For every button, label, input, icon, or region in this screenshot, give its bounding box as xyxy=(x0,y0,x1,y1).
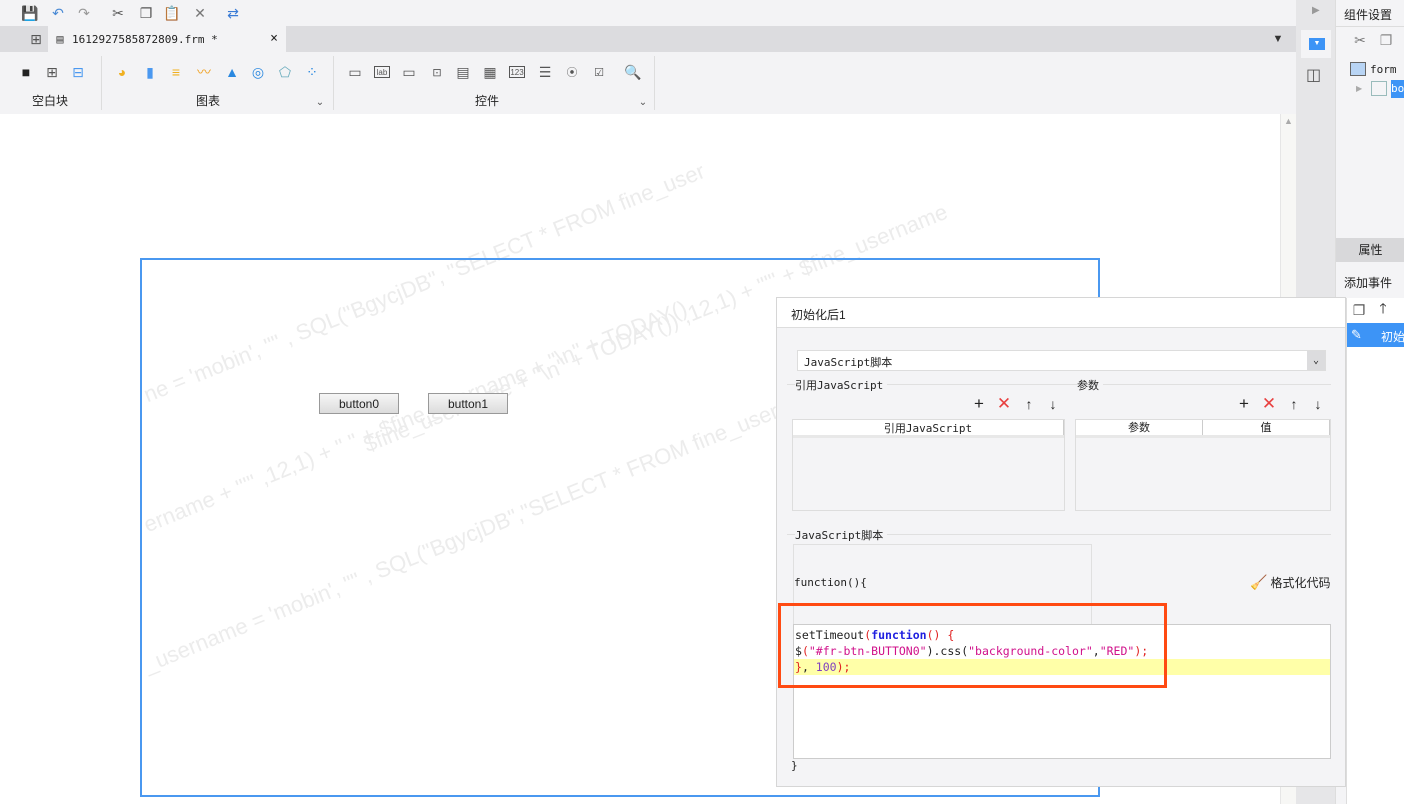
new-grid-icon[interactable]: ⊞ xyxy=(26,29,46,49)
tab-file[interactable]: ▤ 1612927585872809.frm * × xyxy=(48,26,286,52)
highlight-annotation xyxy=(778,603,1167,688)
scroll-up-icon[interactable]: ▲ xyxy=(1284,116,1293,126)
ref-js-table[interactable]: 引用JavaScript xyxy=(792,419,1065,511)
bar-chart-icon[interactable]: ▮ xyxy=(140,62,160,82)
add-icon[interactable]: + xyxy=(969,394,989,414)
copy-icon[interactable]: ❐ xyxy=(1376,30,1396,50)
preview-icon[interactable]: 🔍 xyxy=(623,62,643,82)
script-type-select[interactable]: JavaScript脚本 ⌄ xyxy=(797,350,1326,371)
chevron-down-icon[interactable]: ⌄ xyxy=(633,92,653,112)
script-section-label: JavaScript脚本 xyxy=(795,527,888,543)
tab-properties[interactable]: 属性 xyxy=(1336,238,1404,262)
form-file-icon: ▤ xyxy=(56,32,64,46)
group-label: 空白块 xyxy=(32,94,69,108)
redo-icon[interactable]: ↷ xyxy=(74,3,94,23)
broom-icon: 🧹 xyxy=(1250,574,1268,590)
pie-chart-icon[interactable]: ◕ xyxy=(112,62,132,82)
radio-group-icon[interactable]: ⦿ xyxy=(562,62,582,82)
move-down-icon[interactable]: ↓ xyxy=(1308,394,1328,414)
radar-chart-icon[interactable]: ⬠ xyxy=(275,62,295,82)
event-list: ❐ 🡑 ✎ 初始 xyxy=(1346,298,1404,804)
tree-node-form[interactable]: form xyxy=(1370,63,1397,76)
combobox-widget-icon[interactable]: ⊡ xyxy=(427,62,447,82)
label-widget-icon[interactable]: lab xyxy=(374,66,390,78)
function-header: function(){ xyxy=(794,576,867,589)
area-chart-icon[interactable]: ▲ xyxy=(222,62,242,82)
format-code-label: 格式化代码 xyxy=(1270,576,1331,590)
expand-arrow-icon[interactable]: ▶ xyxy=(1312,5,1320,16)
button-widget-icon[interactable]: ▭ xyxy=(345,62,365,82)
delete-icon[interactable]: ✕ xyxy=(994,394,1014,414)
select-value: JavaScript脚本 xyxy=(804,356,893,369)
blank-block-icon[interactable]: ■ xyxy=(16,62,36,82)
undo-icon[interactable]: ↶ xyxy=(48,3,68,23)
checkbox-group-icon[interactable]: ☑ xyxy=(589,62,609,82)
add-event-label[interactable]: 添加事件 xyxy=(1344,274,1392,291)
quick-toolbar: 💾 ↶ ↷ ✂ ❐ 📋 ✕ ⇄ xyxy=(0,0,1296,26)
cut-icon[interactable]: ✂ xyxy=(1350,30,1370,50)
copy-icon[interactable]: ❐ xyxy=(136,3,156,23)
form-node-icon xyxy=(1350,62,1366,76)
button1[interactable]: button1 xyxy=(428,393,508,414)
event-item-label: 初始 xyxy=(1381,330,1404,344)
number-widget-icon[interactable]: 123 xyxy=(509,66,525,78)
tree-expand-icon[interactable]: ▶ xyxy=(1356,84,1362,93)
date-widget-icon[interactable]: ▦ xyxy=(480,62,500,82)
add-icon[interactable]: + xyxy=(1234,394,1254,414)
cut-icon[interactable]: ✂ xyxy=(108,3,128,23)
tab-menu-icon[interactable]: ▼ xyxy=(1268,29,1288,49)
refresh-icon[interactable]: ⇄ xyxy=(223,3,243,23)
column-header[interactable]: 参数 xyxy=(1076,420,1203,435)
params-table[interactable]: 参数值 xyxy=(1075,419,1331,511)
tab-block-icon[interactable]: ⊟ xyxy=(68,62,88,82)
body-node-icon xyxy=(1371,81,1387,96)
textarea-widget-icon[interactable]: ☰ xyxy=(535,62,555,82)
copy-event-icon[interactable]: ❐ xyxy=(1349,300,1369,320)
move-up-icon[interactable]: ↑ xyxy=(1019,394,1039,414)
group-label: 控件 xyxy=(475,94,500,108)
move-up-icon[interactable]: 🡑 xyxy=(1373,300,1393,320)
gauge-chart-icon[interactable]: ◎ xyxy=(248,62,268,82)
hbar-chart-icon[interactable]: ≡ xyxy=(166,62,186,82)
format-code-button[interactable]: 🧹 格式化代码 xyxy=(1250,574,1330,591)
line-chart-icon[interactable]: 〰 xyxy=(194,62,214,82)
delete-icon[interactable]: ✕ xyxy=(1259,394,1279,414)
event-item[interactable]: ✎ 初始 xyxy=(1347,323,1404,347)
widget-settings-button[interactable]: ▼ xyxy=(1301,30,1331,58)
paste-icon[interactable]: 📋 xyxy=(162,3,182,23)
ref-js-section-label: 引用JavaScript xyxy=(795,377,888,393)
params-section-label: 参数 xyxy=(1077,377,1103,393)
delete-icon[interactable]: ✕ xyxy=(190,3,210,23)
move-up-icon[interactable]: ↑ xyxy=(1284,394,1304,414)
button0[interactable]: button0 xyxy=(319,393,399,414)
tab-title: 1612927585872809.frm * xyxy=(72,32,218,46)
edit-icon[interactable]: ✎ xyxy=(1351,327,1362,343)
tab-close-icon[interactable]: × xyxy=(270,31,278,46)
group-controls: ▭ lab ▭ ⊡ ▤ ▦ 123 ☰ ⦿ ☑ 🔍 控件 ⌄ xyxy=(335,56,655,110)
dropdown-icon: ▼ xyxy=(1309,38,1325,50)
function-footer: } xyxy=(791,759,798,772)
column-header[interactable]: 值 xyxy=(1203,420,1330,435)
dialog-title: 初始化后1 xyxy=(777,298,1345,328)
group-chart: ◕ ▮ ≡ 〰 ▲ ◎ ⬠ ⁘ 图表 ⌄ xyxy=(102,56,334,110)
group-label: 图表 xyxy=(196,94,221,108)
scatter-chart-icon[interactable]: ⁘ xyxy=(302,62,322,82)
panel-title: 组件设置 xyxy=(1344,8,1393,22)
move-down-icon[interactable]: ↓ xyxy=(1043,394,1063,414)
group-blank: ■ ⊞ ⊟ 空白块 xyxy=(6,56,102,110)
ribbon: ■ ⊞ ⊟ 空白块 ◕ ▮ ≡ 〰 ▲ ◎ ⬠ ⁘ 图表 ⌄ ▭ lab ▭ ⊡… xyxy=(0,52,1296,114)
layout-icon[interactable]: ◫ xyxy=(1306,65,1321,85)
save-icon[interactable]: 💾 xyxy=(20,3,40,23)
chevron-down-icon[interactable]: ⌄ xyxy=(310,92,330,112)
tree-node-body[interactable]: bo xyxy=(1391,80,1404,98)
split-block-icon[interactable]: ⊞ xyxy=(42,62,62,82)
column-header[interactable]: 引用JavaScript xyxy=(793,420,1064,435)
event-editor-dialog: 初始化后1 JavaScript脚本 ⌄ 引用JavaScript 参数 + ✕… xyxy=(776,297,1346,787)
list-widget-icon[interactable]: ▤ xyxy=(453,62,473,82)
textfield-widget-icon[interactable]: ▭ xyxy=(399,62,419,82)
chevron-down-icon[interactable]: ⌄ xyxy=(1307,351,1325,370)
